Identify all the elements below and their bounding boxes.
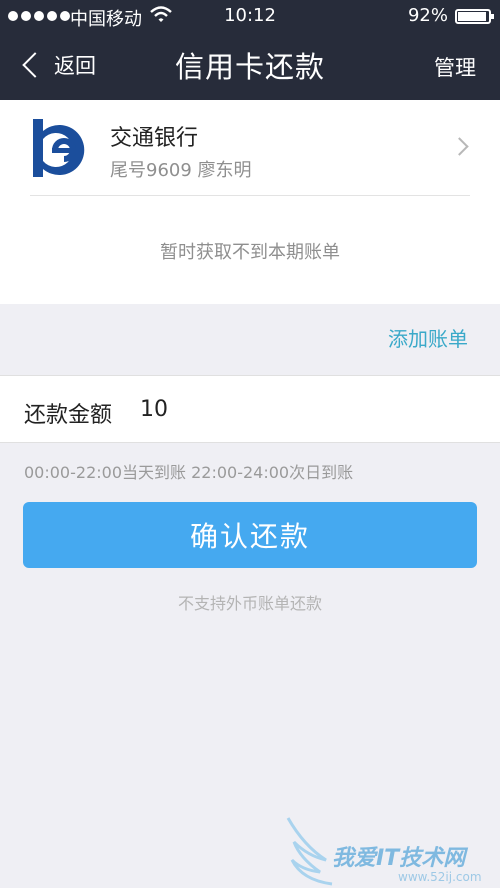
page-title: 信用卡还款 bbox=[174, 50, 325, 84]
amount-label: 还款金额 bbox=[24, 403, 113, 428]
navigation-bar: 中国移动 10:12 92% 返回 信用卡还款 管理 bbox=[0, 0, 500, 100]
chevron-right-icon bbox=[450, 137, 469, 156]
bank-of-communications-logo bbox=[30, 117, 92, 179]
divider bbox=[30, 195, 470, 196]
battery-fill bbox=[458, 12, 486, 21]
bill-status-text: 暂时获取不到本期账单 bbox=[160, 242, 340, 263]
arrival-time-note: 00:00-22:00当天到账 22:00-24:00次日到账 bbox=[24, 463, 354, 482]
manage-button[interactable]: 管理 bbox=[434, 52, 476, 82]
bank-name: 交通银行 bbox=[110, 126, 199, 151]
battery-icon bbox=[455, 9, 494, 24]
card-section: 交通银行 尾号9609 廖东明 暂时获取不到本期账单 bbox=[0, 100, 500, 304]
amount-input[interactable]: 10 bbox=[140, 397, 168, 422]
amount-row[interactable]: 还款金额 10 bbox=[0, 375, 500, 443]
foreign-currency-note: 不支持外币账单还款 bbox=[177, 594, 322, 613]
watermark-url: www.52ij.com bbox=[398, 870, 482, 884]
status-bar: 中国移动 10:12 92% bbox=[0, 0, 500, 34]
battery-percent: 92% bbox=[407, 5, 448, 26]
bank-card-row[interactable]: 交通银行 尾号9609 廖东明 bbox=[0, 100, 500, 196]
card-info: 尾号9609 廖东明 bbox=[110, 160, 252, 181]
add-bill-link[interactable]: 添加账单 bbox=[388, 323, 468, 352]
site-watermark: 我爱IT技术网 www.52ij.com bbox=[286, 816, 500, 888]
watermark-text: 我爱IT技术网 bbox=[332, 846, 466, 871]
confirm-repayment-button[interactable]: 确认还款 bbox=[23, 502, 477, 568]
